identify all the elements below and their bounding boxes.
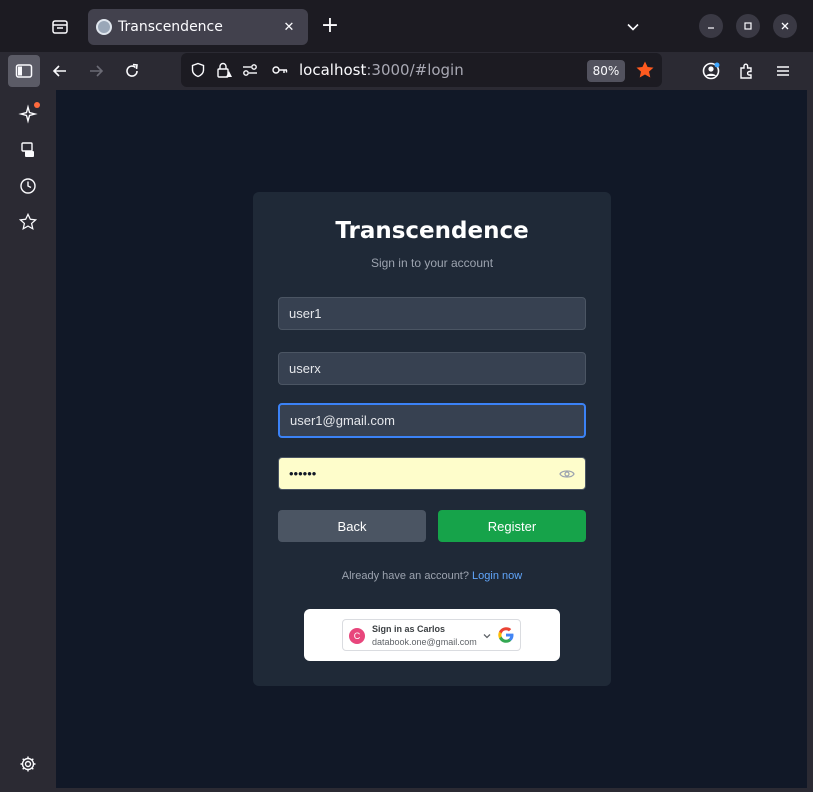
reload-button[interactable] — [116, 55, 148, 87]
reload-icon — [126, 63, 138, 77]
site-favicon-icon — [96, 19, 112, 35]
tab-title: Transcendence — [118, 19, 223, 35]
username-value: user1 — [289, 306, 322, 321]
register-button[interactable]: Register — [438, 510, 586, 542]
chevron-down-icon[interactable] — [482, 631, 492, 641]
url-bar[interactable]: localhost:3000/#login 80% — [181, 53, 662, 87]
extensions-button[interactable] — [731, 55, 763, 87]
sidebar-settings-button[interactable] — [16, 752, 40, 776]
google-signin-label: Sign in as Carlos — [372, 624, 446, 634]
sidebar-toggle-button[interactable] — [8, 55, 40, 87]
browser-sidebar — [0, 90, 56, 792]
clock-icon — [20, 178, 36, 194]
tab-close-icon[interactable]: ✕ — [280, 20, 298, 35]
account-button[interactable] — [695, 55, 727, 87]
close-window-button[interactable] — [773, 14, 797, 38]
forward-nav-button[interactable] — [80, 55, 112, 87]
username-input[interactable]: user1 — [278, 297, 586, 330]
shield-icon[interactable] — [189, 61, 207, 79]
app-menu-button[interactable] — [767, 55, 799, 87]
synced-tabs-icon — [21, 142, 34, 157]
display-name-input[interactable]: userx — [278, 352, 586, 385]
url-path: :3000/#login — [366, 61, 464, 79]
minimize-button[interactable] — [699, 14, 723, 38]
maximize-icon — [744, 22, 752, 30]
bookmarks-button[interactable] — [16, 210, 40, 234]
window-bottom-edge — [56, 788, 813, 792]
browser-window: Transcendence ✕ + localhost:3000/#login … — [0, 0, 813, 792]
minimize-icon — [708, 27, 714, 29]
tab-overflow-button[interactable] — [620, 14, 646, 40]
zoom-badge[interactable]: 80% — [587, 60, 625, 82]
back-button[interactable]: Back — [278, 510, 426, 542]
google-signin-button[interactable]: C Sign in as Carlos databook.one@gmail.c… — [342, 619, 521, 651]
url-text[interactable]: localhost:3000/#login — [299, 61, 464, 79]
gear-icon — [20, 756, 36, 772]
email-input[interactable]: user1@gmail.com — [278, 403, 586, 438]
chevron-down-icon — [627, 23, 639, 31]
tab-list-icon — [52, 20, 68, 34]
eye-icon[interactable] — [559, 466, 575, 482]
back-nav-button[interactable] — [44, 55, 76, 87]
permissions-icon[interactable] — [241, 61, 259, 79]
url-host: localhost — [299, 61, 367, 79]
page-content: Transcendence Sign in to your account us… — [56, 90, 807, 788]
lock-warning-icon[interactable] — [215, 61, 233, 79]
window-right-edge — [807, 90, 813, 792]
password-input[interactable]: •••••• — [278, 457, 586, 490]
arrow-right-icon — [90, 65, 104, 77]
google-account-email: databook.one@gmail.com — [372, 637, 477, 647]
star-outline-icon — [19, 213, 37, 230]
key-icon[interactable] — [271, 61, 289, 79]
synced-tabs-button[interactable] — [16, 138, 40, 162]
subtitle: Sign in to your account — [370, 256, 494, 270]
close-icon — [781, 22, 789, 30]
maximize-button[interactable] — [736, 14, 760, 38]
ai-chatbot-button[interactable] — [16, 102, 40, 126]
account-icon — [702, 62, 720, 80]
avatar: C — [349, 628, 365, 644]
login-now-link[interactable]: Login now — [472, 570, 522, 582]
app-title: Transcendence — [335, 218, 529, 244]
tab-strip: Transcendence ✕ + — [0, 0, 813, 52]
nav-toolbar: localhost:3000/#login 80% — [0, 52, 813, 90]
tab-active[interactable]: Transcendence ✕ — [88, 9, 308, 45]
email-value: user1@gmail.com — [290, 413, 395, 428]
register-card: Transcendence Sign in to your account us… — [253, 192, 611, 686]
bookmark-star-icon[interactable] — [635, 60, 655, 80]
login-prompt-text: Already have an account? — [341, 570, 469, 582]
history-button[interactable] — [16, 174, 40, 198]
notification-dot — [34, 102, 40, 108]
hamburger-menu-icon — [777, 66, 789, 76]
new-tab-button[interactable]: + — [316, 12, 344, 42]
google-logo-icon — [498, 627, 514, 643]
display-name-value: userx — [289, 361, 321, 376]
password-value: •••••• — [289, 466, 317, 481]
login-prompt: Already have an account? Login now — [253, 570, 611, 582]
puzzle-icon — [740, 63, 752, 79]
google-signin-container: C Sign in as Carlos databook.one@gmail.c… — [304, 609, 560, 661]
arrow-left-icon — [52, 65, 66, 77]
sidebar-icon — [15, 64, 33, 78]
tab-list-button[interactable] — [44, 12, 76, 42]
